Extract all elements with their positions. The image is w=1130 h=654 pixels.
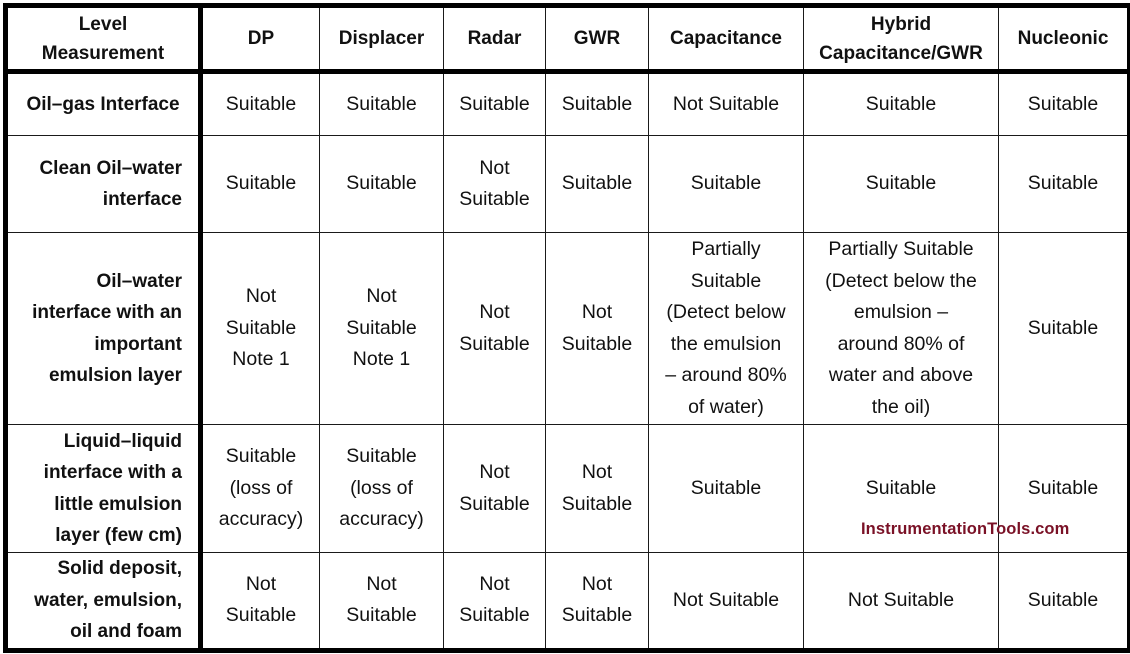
table-cell: Not Suitable [545,424,649,553]
table-cell: Not Suitable [443,552,546,651]
table-row: Liquid–liquid interface with a little em… [5,424,1130,553]
column-header-hybrid: Hybrid Capacitance/GWR [803,5,999,74]
table-cell: Suitable [803,424,999,553]
column-header-nucleonic: Nucleonic [998,5,1130,74]
table-cell: Suitable [998,71,1130,136]
table-cell: Suitable [443,71,546,136]
table-row: Oil–water interface with an important em… [5,232,1130,425]
table-cell: Suitable [803,135,999,233]
table-cell: Not Suitable [545,232,649,425]
column-header-radar: Radar [443,5,546,74]
table-cell: Not Suitable [648,71,804,136]
table-cell: Suitable (loss of accuracy) [200,424,320,553]
row-header: Liquid–liquid interface with a little em… [5,424,203,553]
table-cell: Suitable [319,135,444,233]
table-cell: Suitable [998,232,1130,425]
table-cell: Suitable [648,424,804,553]
table-cell: Not Suitable [545,552,649,651]
table-cell: Suitable [998,135,1130,233]
row-header: Oil–gas Interface [5,71,203,136]
column-header-displacer: Displacer [319,5,444,74]
comparison-table-frame: Level Measurement DP Displacer Radar GWR… [3,3,1130,653]
table-cell: Suitable [545,135,649,233]
table-cell: Suitable [998,424,1130,553]
table-cell: Not Suitable Note 1 [319,232,444,425]
table-cell: Suitable [545,71,649,136]
row-header: Solid deposit, water, emulsion, oil and … [5,552,203,651]
table-cell: Not Suitable [443,135,546,233]
table-cell: Partially Suitable (Detect below the emu… [648,232,804,425]
header-row: Level Measurement DP Displacer Radar GWR… [5,5,1130,74]
row-header: Oil–water interface with an important em… [5,232,203,425]
column-header-gwr: GWR [545,5,649,74]
table-cell: Suitable [998,552,1130,651]
table-row: Clean Oil–water interface Suitable Suita… [5,135,1130,233]
table-row: Oil–gas Interface Suitable Suitable Suit… [5,71,1130,136]
table-cell: Not Suitable [443,232,546,425]
table-cell: Not Suitable [803,552,999,651]
table-cell: Suitable [200,71,320,136]
corner-header: Level Measurement [5,5,203,74]
table-cell: Suitable [648,135,804,233]
table-cell: Not Suitable [319,552,444,651]
table-cell: Not Suitable [200,552,320,651]
column-header-capacitance: Capacitance [648,5,804,74]
row-header: Clean Oil–water interface [5,135,203,233]
table-cell: Partially Suitable (Detect below the emu… [803,232,999,425]
column-header-dp: DP [200,5,320,74]
table-cell: Suitable [803,71,999,136]
table-cell: Suitable (loss of accuracy) [319,424,444,553]
table-cell: Suitable [200,135,320,233]
table-cell: Suitable [319,71,444,136]
level-measurement-comparison-table: Level Measurement DP Displacer Radar GWR… [3,3,1130,653]
table-cell: Not Suitable [443,424,546,553]
table-row: Solid deposit, water, emulsion, oil and … [5,552,1130,651]
table-cell: Not Suitable [648,552,804,651]
table-cell: Not Suitable Note 1 [200,232,320,425]
